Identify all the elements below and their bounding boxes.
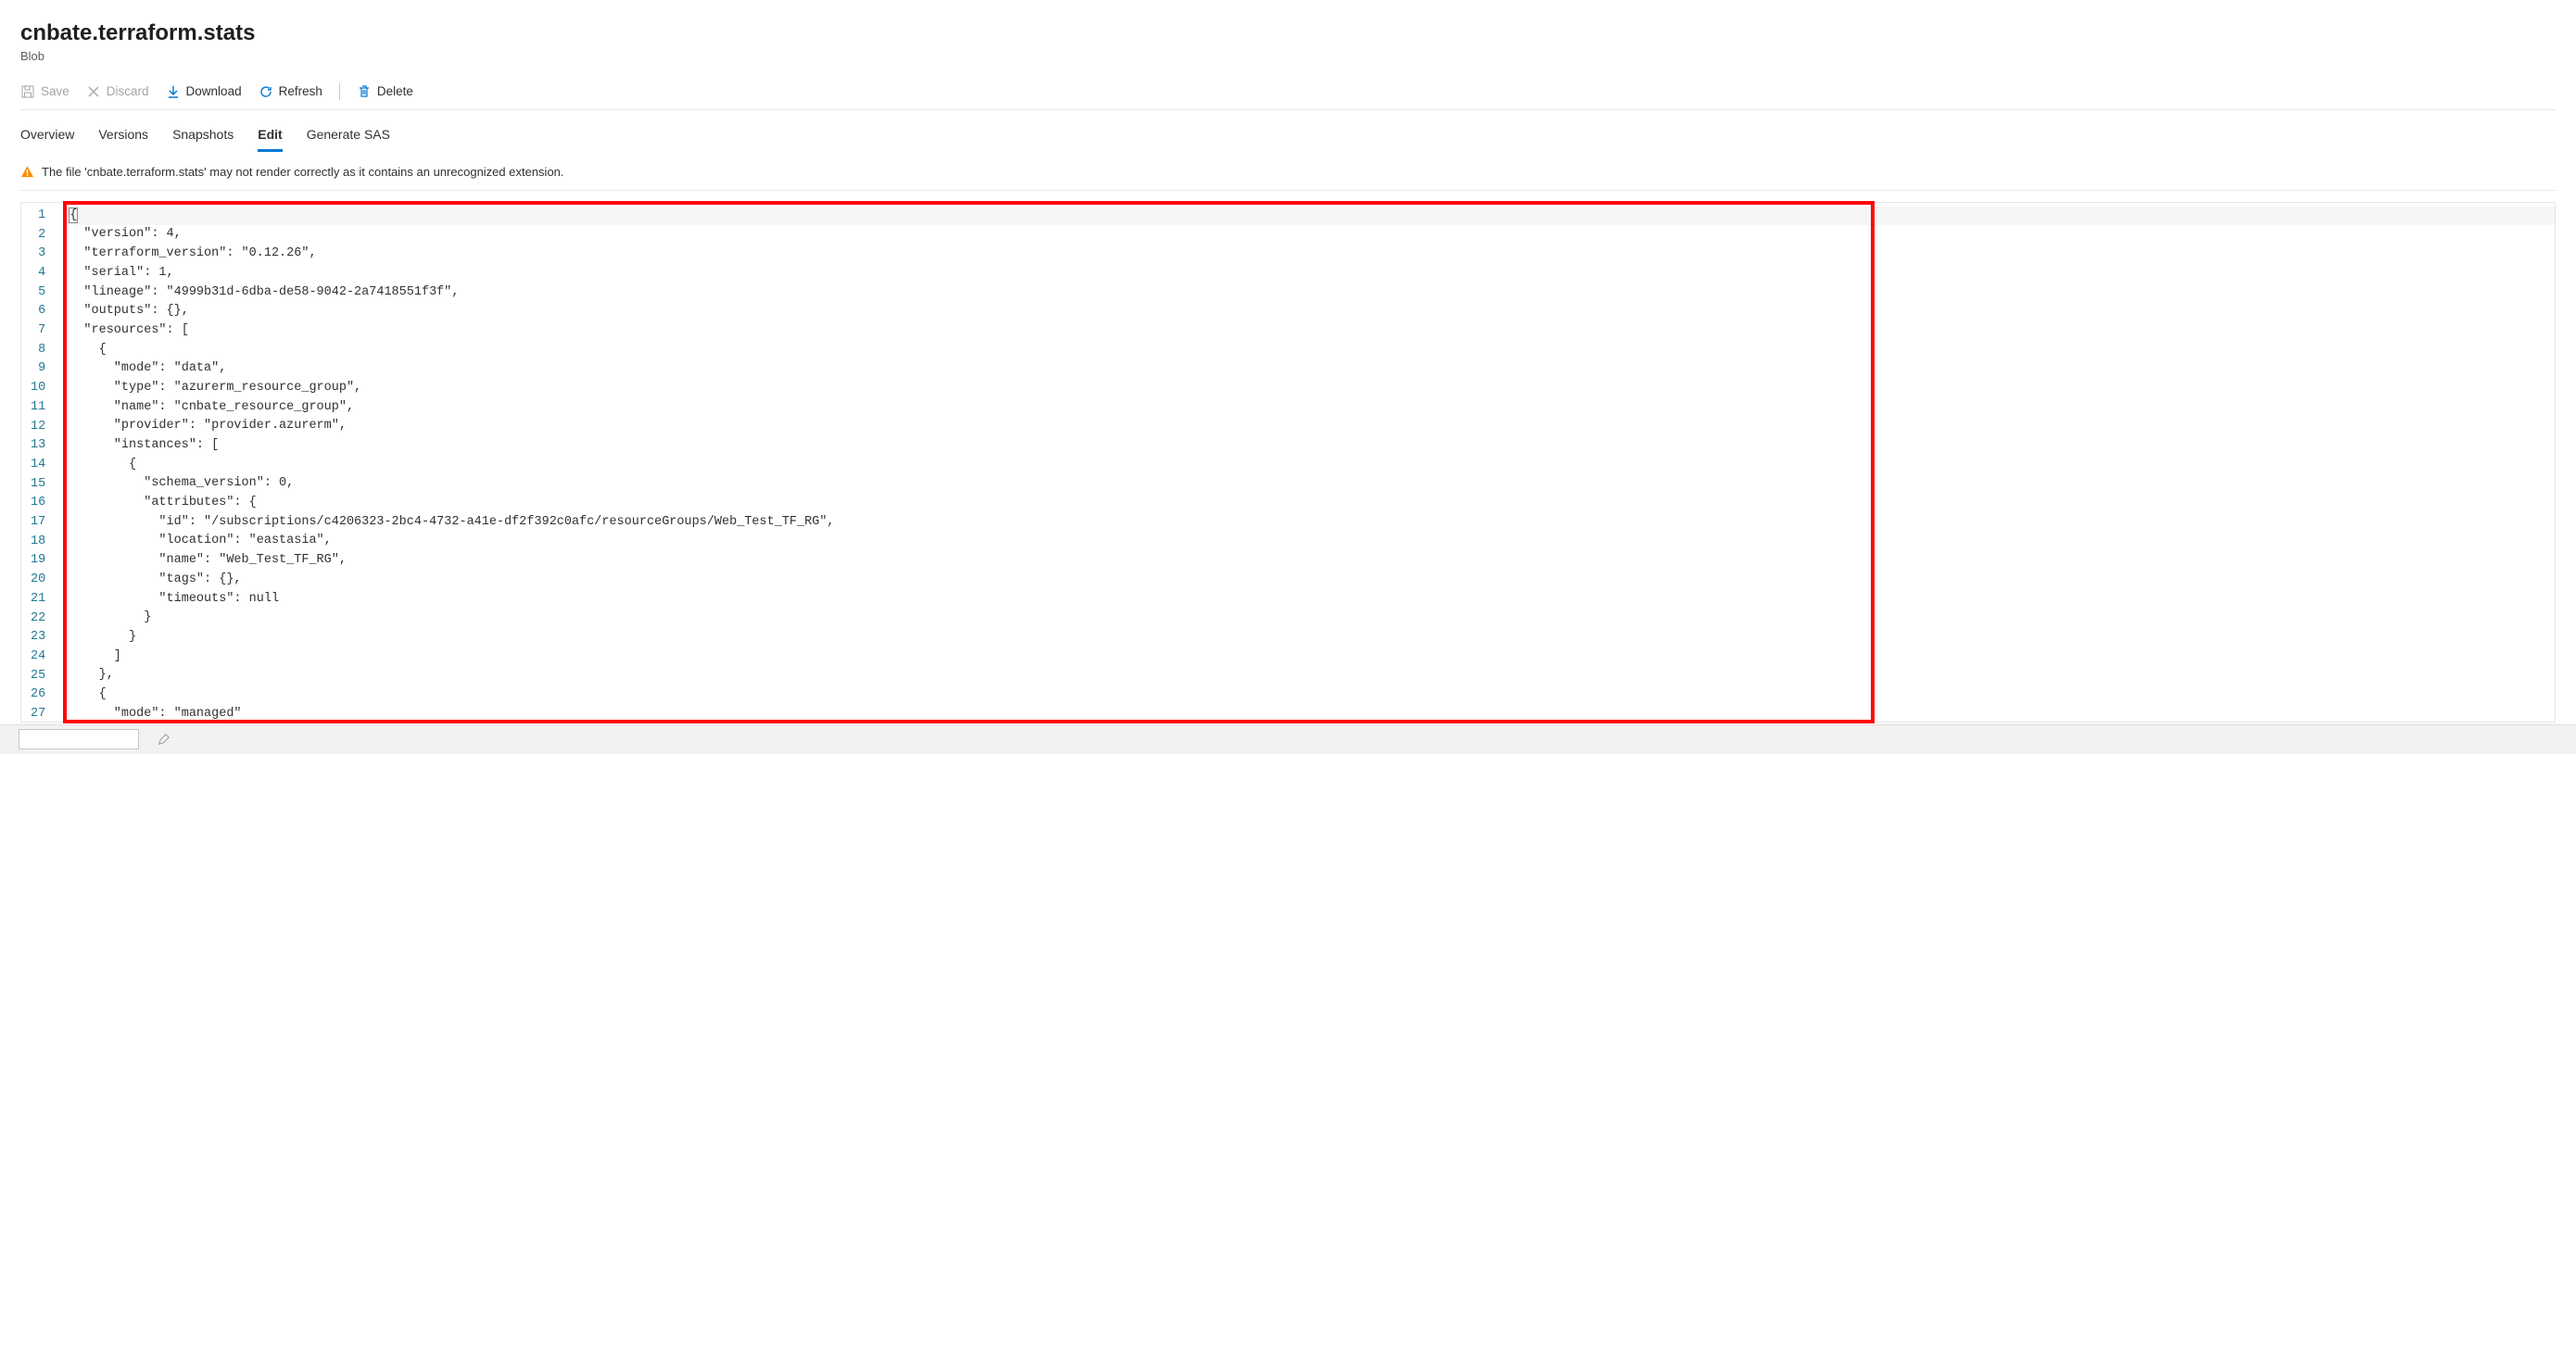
discard-button: Discard (86, 84, 149, 99)
line-number: 14 (31, 456, 62, 475)
warning-banner: The file 'cnbate.terraform.stats' may no… (20, 165, 2556, 191)
status-bar-action[interactable] (158, 734, 170, 746)
code-line[interactable]: "mode": "managed" (65, 705, 2555, 722)
code-line[interactable]: "lineage": "4999b31d-6dba-de58-9042-2a74… (65, 283, 2555, 303)
line-number: 26 (31, 685, 62, 705)
code-line[interactable]: "provider": "provider.azurerm", (65, 417, 2555, 436)
code-line[interactable]: "resources": [ (65, 321, 2555, 341)
code-line[interactable]: { (65, 207, 2555, 226)
line-number: 15 (31, 475, 62, 495)
line-number: 22 (31, 610, 62, 629)
code-line[interactable]: "instances": [ (65, 436, 2555, 456)
line-number: 9 (31, 359, 62, 379)
code-line[interactable]: "name": "cnbate_resource_group", (65, 398, 2555, 418)
line-number: 4 (31, 264, 62, 283)
tab-overview[interactable]: Overview (20, 127, 74, 152)
code-line[interactable]: "mode": "data", (65, 359, 2555, 379)
code-line[interactable]: "type": "azurerm_resource_group", (65, 379, 2555, 398)
toolbar-separator (339, 83, 340, 100)
code-line[interactable]: { (65, 685, 2555, 705)
refresh-icon (259, 84, 273, 99)
code-content[interactable]: { "version": 4, "terraform_version": "0.… (65, 203, 2555, 722)
line-number: 5 (31, 283, 62, 303)
line-number: 10 (31, 379, 62, 398)
tab-edit[interactable]: Edit (258, 127, 282, 152)
delete-button[interactable]: Delete (357, 84, 413, 99)
page-title: cnbate.terraform.stats (20, 20, 2556, 47)
line-number: 8 (31, 341, 62, 360)
line-number: 25 (31, 667, 62, 686)
status-bar (0, 724, 2576, 754)
command-bar: Save Discard Download Refresh Delete (20, 83, 2556, 110)
delete-icon (357, 84, 372, 99)
code-line[interactable]: "id": "/subscriptions/c4206323-2bc4-4732… (65, 513, 2555, 533)
download-button[interactable]: Download (166, 84, 242, 99)
line-number: 11 (31, 398, 62, 418)
refresh-button[interactable]: Refresh (259, 84, 322, 99)
tab-snapshots[interactable]: Snapshots (172, 127, 234, 152)
close-icon (86, 84, 101, 99)
code-line[interactable]: "tags": {}, (65, 571, 2555, 590)
code-line[interactable]: "location": "eastasia", (65, 532, 2555, 551)
line-number: 24 (31, 647, 62, 667)
code-line[interactable]: "serial": 1, (65, 264, 2555, 283)
line-number: 7 (31, 321, 62, 341)
code-line[interactable]: { (65, 341, 2555, 360)
line-number: 6 (31, 302, 62, 321)
line-number: 13 (31, 436, 62, 456)
line-number: 17 (31, 513, 62, 533)
line-number: 3 (31, 245, 62, 264)
download-icon (166, 84, 181, 99)
code-line[interactable]: "terraform_version": "0.12.26", (65, 245, 2555, 264)
save-button: Save (20, 84, 69, 99)
download-button-label: Download (186, 84, 242, 98)
line-number: 1 (31, 207, 62, 226)
line-number: 19 (31, 551, 62, 571)
line-number: 16 (31, 494, 62, 513)
code-line[interactable]: "version": 4, (65, 225, 2555, 245)
line-number: 27 (31, 705, 62, 724)
code-line[interactable]: "schema_version": 0, (65, 474, 2555, 494)
pencil-icon (158, 734, 170, 746)
warning-text: The file 'cnbate.terraform.stats' may no… (42, 165, 564, 179)
code-line[interactable]: "timeouts": null (65, 590, 2555, 610)
code-line[interactable]: } (65, 628, 2555, 647)
line-number-gutter: 1234567891011121314151617181920212223242… (21, 203, 65, 722)
warning-icon (20, 165, 34, 179)
delete-button-label: Delete (377, 84, 413, 98)
line-number: 2 (31, 226, 62, 245)
code-line[interactable]: { (65, 456, 2555, 475)
line-number: 18 (31, 533, 62, 552)
code-line[interactable]: ] (65, 647, 2555, 667)
page-subtitle: Blob (20, 49, 2556, 63)
code-line[interactable]: "attributes": { (65, 494, 2555, 513)
code-line[interactable]: "name": "Web_Test_TF_RG", (65, 551, 2555, 571)
code-line[interactable]: }, (65, 666, 2555, 685)
code-line[interactable]: "outputs": {}, (65, 302, 2555, 321)
code-editor[interactable]: 1234567891011121314151617181920212223242… (20, 202, 2556, 723)
refresh-button-label: Refresh (279, 84, 322, 98)
save-button-label: Save (41, 84, 69, 98)
discard-button-label: Discard (107, 84, 149, 98)
tab-versions[interactable]: Versions (98, 127, 148, 152)
line-number: 21 (31, 590, 62, 610)
status-bar-field[interactable] (19, 729, 139, 749)
line-number: 20 (31, 571, 62, 590)
save-icon (20, 84, 35, 99)
line-number: 23 (31, 628, 62, 647)
code-line[interactable]: } (65, 609, 2555, 628)
line-number: 12 (31, 418, 62, 437)
tab-bar: Overview Versions Snapshots Edit Generat… (20, 127, 2556, 152)
tab-generate-sas[interactable]: Generate SAS (307, 127, 390, 152)
